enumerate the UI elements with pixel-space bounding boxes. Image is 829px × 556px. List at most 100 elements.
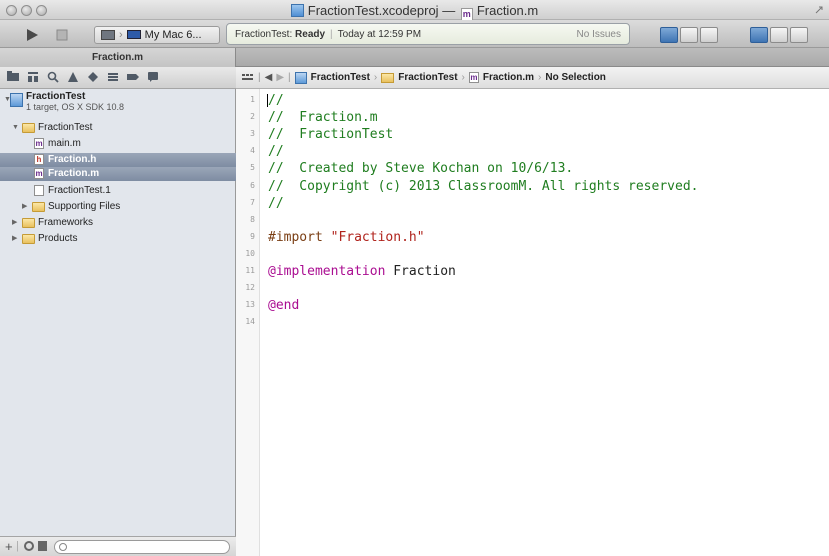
- title-bar: FractionTest.xcodeproj — m Fraction.m: [0, 0, 829, 21]
- line-number-gutter: 1 2 3 4 5 6 7 8 9 10 11 12 13 14: [236, 89, 260, 556]
- breakpoint-icon[interactable]: [126, 71, 140, 85]
- h-file-icon: h: [34, 154, 44, 165]
- disclosure-closed-icon[interactable]: ▶: [12, 232, 20, 245]
- tree-item-label: Fraction.m: [48, 168, 100, 179]
- tree-item-products[interactable]: ▶ Products: [0, 232, 236, 245]
- xcode-project-icon: [290, 4, 304, 17]
- code-token: // Copyright (c) 2013 ClassroomM. All ri…: [268, 178, 699, 194]
- navigator-toggle-button[interactable]: [750, 27, 768, 43]
- line-number: 13: [245, 300, 255, 310]
- disclosure-closed-icon[interactable]: ▶: [22, 200, 30, 213]
- code-token: //: [268, 195, 284, 211]
- code-line: #import "Fraction.h": [268, 230, 425, 245]
- tree-item-frameworks[interactable]: ▶ Frameworks: [0, 216, 236, 229]
- code-token: #import: [268, 229, 331, 245]
- add-file-icon[interactable]: +: [5, 539, 13, 554]
- utilities-toggle-button[interactable]: [790, 27, 808, 43]
- tab-fraction-m[interactable]: Fraction.m: [0, 48, 236, 67]
- activity-status: Ready: [295, 28, 326, 40]
- line-number: 8: [250, 214, 255, 224]
- activity-project: FractionTest:: [235, 28, 293, 40]
- disclosure-closed-icon[interactable]: ▶: [12, 216, 20, 229]
- code-line: //: [268, 93, 284, 108]
- project-subtitle: 1 target, OS X SDK 10.8: [26, 102, 125, 112]
- project-navigator: ▼ FractionTest 1 target, OS X SDK 10.8 ▼…: [0, 67, 236, 556]
- line-number: 10: [245, 248, 255, 258]
- tree-item-supporting-files[interactable]: ▶ Supporting Files: [0, 200, 236, 213]
- folder-icon: [32, 202, 45, 212]
- disclosure-open-icon[interactable]: ▼: [12, 121, 20, 134]
- scm-status-icon[interactable]: [38, 541, 47, 551]
- tree-item-label: Supporting Files: [48, 201, 121, 212]
- stop-button[interactable]: [52, 26, 72, 44]
- play-icon: [27, 29, 38, 41]
- activity-viewer: FractionTest: Ready | Today at 12:59 PM …: [226, 23, 630, 45]
- filter-icon: [59, 543, 67, 551]
- folder-icon: [22, 234, 35, 244]
- mac-display-icon: [126, 30, 141, 39]
- breadcrumb-group[interactable]: FractionTest: [398, 72, 457, 83]
- assistant-editor-button[interactable]: [680, 27, 698, 43]
- debug-area-toggle-button[interactable]: [770, 27, 788, 43]
- tree-item-fraction-m[interactable]: m Fraction.m: [0, 167, 236, 181]
- code-token: //: [268, 144, 284, 160]
- line-number: 14: [245, 317, 255, 327]
- tree-item-main-m[interactable]: m main.m: [0, 137, 236, 150]
- line-number: 5: [250, 163, 255, 173]
- folder-icon: [22, 218, 35, 228]
- standard-editor-button[interactable]: [660, 27, 678, 43]
- toolbar: › My Mac 6... FractionTest: Ready | Toda…: [0, 20, 829, 48]
- tree-item-label: FractionTest: [38, 122, 93, 133]
- run-button[interactable]: [22, 26, 42, 44]
- tree-item-fractiontest-1[interactable]: FractionTest.1: [0, 184, 236, 197]
- text-cursor: [267, 94, 268, 107]
- back-arrow-icon[interactable]: ◀: [265, 72, 273, 83]
- m-file-icon: m: [34, 138, 44, 149]
- line-number: 4: [250, 146, 255, 156]
- symbol-nav-icon[interactable]: [26, 71, 40, 85]
- scheme-target-label: My Mac 6...: [144, 29, 202, 41]
- code-line: @implementation Fraction: [268, 264, 456, 279]
- code-line: // Fraction.m: [268, 110, 378, 125]
- code-line: // Created by Steve Kochan on 10/6/13.: [268, 161, 573, 176]
- folder-icon: [381, 72, 395, 83]
- line-number: 3: [250, 129, 255, 139]
- log-bubble-icon[interactable]: [146, 71, 160, 85]
- tree-item-label: main.m: [48, 138, 81, 149]
- search-icon[interactable]: [46, 71, 60, 85]
- version-editor-button[interactable]: [700, 27, 718, 43]
- test-diamond-icon[interactable]: [86, 71, 100, 85]
- debug-list-icon[interactable]: [106, 71, 120, 85]
- breadcrumb-project[interactable]: FractionTest: [311, 72, 370, 83]
- line-number: 12: [245, 283, 255, 293]
- scheme-icon: [101, 30, 115, 40]
- breadcrumb-symbol[interactable]: No Selection: [545, 72, 606, 83]
- line-number: 9: [250, 231, 255, 241]
- code-line: // Copyright (c) 2013 ClassroomM. All ri…: [268, 179, 698, 194]
- related-items-icon[interactable]: [242, 73, 254, 83]
- scheme-selector[interactable]: › My Mac 6...: [94, 26, 220, 44]
- tree-item-fraction-h[interactable]: h Fraction.h: [0, 153, 236, 167]
- xcode-project-icon: [10, 93, 23, 107]
- project-row[interactable]: ▼ FractionTest 1 target, OS X SDK 10.8: [0, 90, 236, 112]
- filter-input[interactable]: [54, 540, 230, 554]
- code-token: @implementation: [268, 264, 386, 279]
- forward-arrow-icon[interactable]: ▶: [276, 72, 284, 83]
- tree-item-fractiontest-folder[interactable]: ▼ FractionTest: [0, 121, 236, 134]
- breadcrumb-file[interactable]: Fraction.m: [483, 72, 534, 83]
- code-token: Fraction: [385, 264, 456, 279]
- line-number: 2: [250, 112, 255, 122]
- folder-nav-icon[interactable]: [6, 71, 20, 85]
- window-title-file: Fraction.m: [476, 3, 539, 18]
- line-number: 7: [250, 197, 255, 207]
- code-token: // Fraction.m: [268, 110, 378, 126]
- recent-files-icon[interactable]: [24, 541, 34, 551]
- code-line: // FractionTest: [268, 127, 393, 142]
- tree-item-label: Products: [38, 233, 78, 244]
- activity-issues: No Issues: [576, 28, 621, 40]
- tree-item-label: Frameworks: [38, 217, 94, 228]
- xcode-project-icon: [294, 71, 307, 84]
- issue-warning-icon[interactable]: [66, 71, 80, 85]
- folder-icon: [22, 123, 35, 133]
- fullscreen-icon[interactable]: [815, 5, 823, 14]
